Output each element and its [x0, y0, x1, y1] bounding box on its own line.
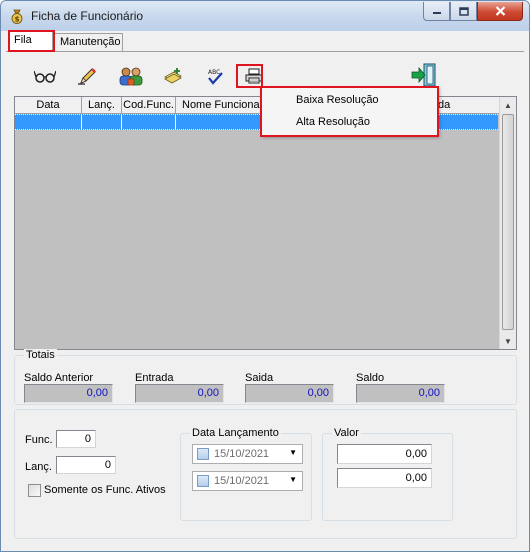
exit-button[interactable] [410, 62, 438, 88]
scroll-down-button[interactable]: ▼ [500, 333, 516, 349]
lanc-input[interactable] [56, 456, 116, 474]
saldo-label: Saldo [356, 372, 385, 384]
svg-text:$: $ [15, 16, 20, 24]
glasses-icon [34, 70, 56, 83]
exit-door-icon [411, 63, 436, 87]
data-lancamento-legend: Data Lançamento [190, 427, 281, 439]
chevron-down-icon[interactable]: ▼ [289, 448, 297, 457]
totals-group: Totais Saldo Anterior 0,00 Entrada 0,00 … [14, 349, 517, 405]
spellcheck-icon: ABC [208, 69, 223, 85]
spellcheck-button[interactable]: ABC [203, 65, 227, 87]
func-label: Func. [25, 434, 53, 446]
only-active-checkbox[interactable] [28, 484, 41, 497]
maximize-icon [458, 6, 469, 16]
menu-item-baixa-resolucao[interactable]: Baixa Resolução [296, 94, 379, 106]
window-title: Ficha de Funcionário [31, 9, 144, 23]
valor-to-input[interactable] [337, 468, 432, 488]
entrada-label: Entrada [135, 372, 174, 384]
saldo-anterior-label: Saldo Anterior [24, 372, 94, 384]
entrada-value: 0,00 [135, 384, 224, 403]
users-icon [119, 67, 143, 86]
maximize-button[interactable] [450, 2, 477, 21]
client-area: Fila Manutenção ABC Data Lanç. Cod.Func.… [6, 30, 524, 547]
func-input[interactable] [56, 430, 96, 448]
add-record-button[interactable] [161, 65, 185, 87]
title-bar[interactable]: $ Ficha de Funcionário [1, 1, 529, 31]
saldo-value: 0,00 [356, 384, 445, 403]
totals-legend: Totais [24, 349, 57, 361]
only-active-label: Somente os Func. Ativos [44, 484, 166, 496]
money-bag-icon: $ [11, 9, 23, 24]
edit-pencil-icon [78, 68, 96, 85]
column-header-cod-func[interactable]: Cod.Func. [122, 97, 176, 114]
tab-manutencao[interactable]: Manutenção [54, 33, 123, 51]
valor-legend: Valor [332, 427, 361, 439]
date-from-checkbox[interactable] [197, 448, 209, 460]
date-to-value: 15/10/2021 [214, 475, 270, 487]
date-to-picker[interactable]: 15/10/2021 ▼ [192, 471, 303, 491]
close-icon [495, 6, 505, 16]
tab-strip: Fila Manutenção [6, 31, 524, 52]
column-header-data[interactable]: Data [15, 97, 82, 114]
valor-from-input[interactable] [337, 444, 432, 464]
minimize-button[interactable] [423, 2, 450, 21]
saida-value: 0,00 [245, 384, 334, 403]
table-cell [176, 115, 261, 129]
saldo-anterior-value: 0,00 [24, 384, 113, 403]
vertical-scrollbar[interactable]: ▲ ▼ [499, 97, 516, 349]
close-button[interactable] [477, 2, 523, 21]
lanc-label: Lanç. [25, 461, 52, 473]
chevron-down-icon[interactable]: ▼ [289, 475, 297, 484]
column-header-lanc[interactable]: Lanç. [82, 97, 122, 114]
valor-group: Valor [322, 427, 453, 521]
scroll-thumb[interactable] [502, 114, 514, 330]
print-menu: Baixa Resolução Alta Resolução [260, 86, 438, 136]
filter-group: Func. Lanç. Somente os Func. Ativos Data… [14, 409, 517, 539]
date-from-picker[interactable]: 15/10/2021 ▼ [192, 444, 303, 464]
minimize-icon [432, 12, 441, 14]
date-from-value: 15/10/2021 [214, 448, 270, 460]
table-cell [82, 115, 122, 129]
printer-icon [245, 68, 263, 84]
scroll-down-icon: ▼ [504, 336, 512, 346]
print-button[interactable] [242, 65, 266, 87]
svg-text:ABC: ABC [208, 69, 220, 76]
scroll-up-icon: ▲ [504, 100, 512, 110]
add-record-icon [164, 68, 182, 84]
table-cell [15, 115, 82, 129]
date-to-checkbox[interactable] [197, 475, 209, 487]
tab-manutencao-label: Manutenção [60, 36, 121, 48]
users-button[interactable] [119, 65, 143, 87]
data-lancamento-group: Data Lançamento 15/10/2021 ▼ 15/10/2021 … [180, 427, 312, 521]
tab-fila-label: Fila [14, 34, 32, 46]
tab-divider [6, 51, 524, 52]
window: $ Ficha de Funcionário Fila Manutenção A… [0, 0, 530, 552]
scroll-up-button[interactable]: ▲ [500, 97, 516, 113]
saida-label: Saida [245, 372, 274, 384]
view-button[interactable] [33, 65, 57, 87]
toolbar: ABC [12, 59, 517, 89]
table-cell [122, 115, 176, 129]
tab-fila[interactable]: Fila [8, 31, 53, 52]
menu-item-alta-resolucao[interactable]: Alta Resolução [296, 116, 370, 128]
column-header-nome-funcionario[interactable]: Nome Funcionar [176, 97, 261, 114]
edit-button[interactable] [75, 65, 99, 87]
